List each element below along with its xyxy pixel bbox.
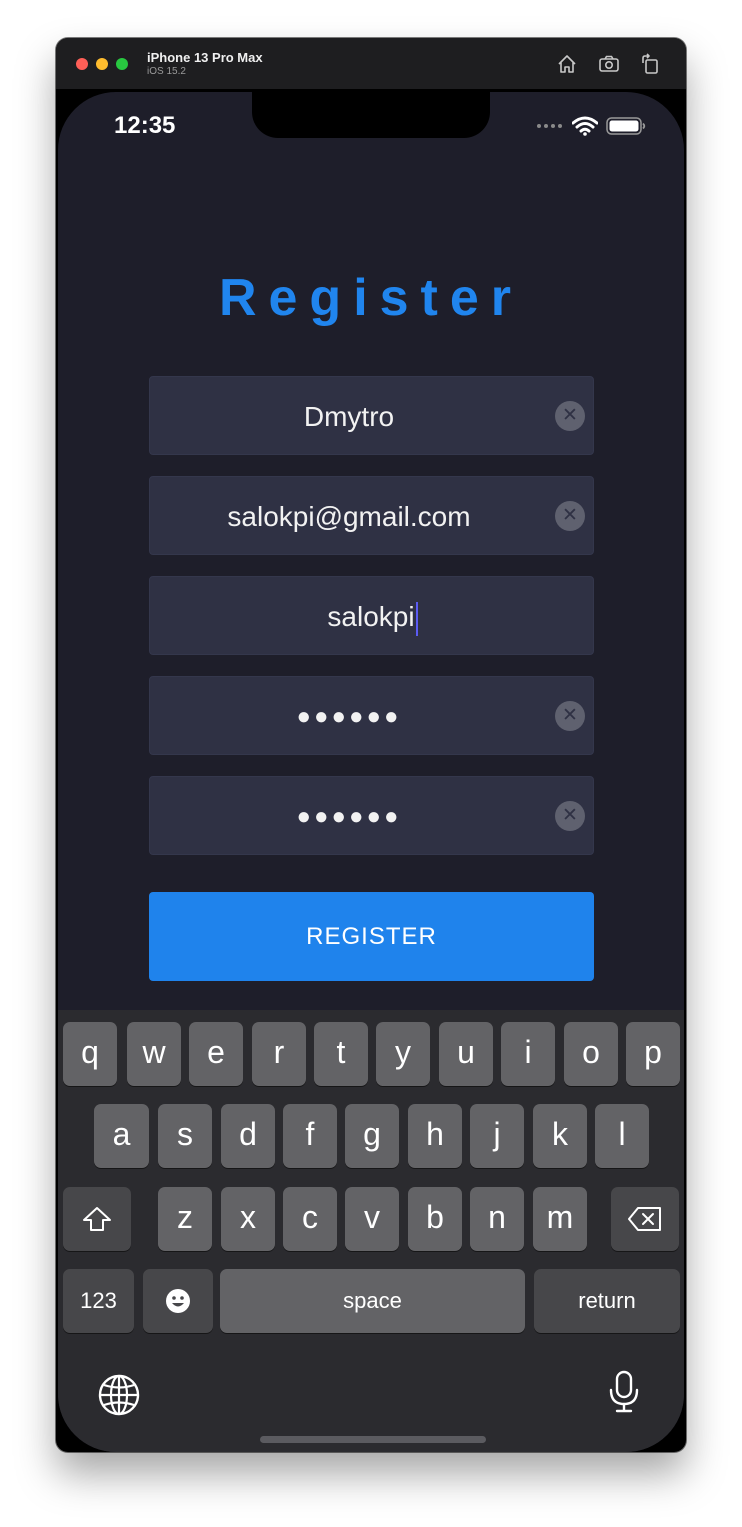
confirm-password-field[interactable]: ●●●●●● ✕: [149, 776, 594, 855]
username-field-content: salokpi: [150, 577, 595, 656]
key-s[interactable]: s: [158, 1104, 212, 1168]
simulator-window: iPhone 13 Pro Max iOS 15.2 12:35 Registe…: [56, 38, 686, 1452]
phone-screen: 12:35 Register Dmytro ✕ salokpi@gmail.co…: [58, 92, 684, 1452]
key-t[interactable]: t: [314, 1022, 368, 1086]
key-v[interactable]: v: [345, 1187, 399, 1251]
key-z[interactable]: z: [158, 1187, 212, 1251]
key-n[interactable]: n: [470, 1187, 524, 1251]
minimize-window-button[interactable]: [96, 58, 108, 70]
key-q[interactable]: q: [63, 1022, 117, 1086]
clear-password-button[interactable]: ✕: [555, 701, 585, 731]
close-window-button[interactable]: [76, 58, 88, 70]
zoom-window-button[interactable]: [116, 58, 128, 70]
cellular-signal-icon: [537, 124, 562, 128]
backspace-icon: [611, 1187, 679, 1231]
screenshot-icon[interactable]: [598, 53, 620, 75]
shift-key[interactable]: [63, 1187, 131, 1251]
key-f[interactable]: f: [283, 1104, 337, 1168]
space-key[interactable]: space: [220, 1269, 525, 1333]
username-field[interactable]: salokpi: [149, 576, 594, 655]
clear-email-button[interactable]: ✕: [555, 501, 585, 531]
shift-icon: [63, 1187, 131, 1231]
notch: [252, 92, 490, 138]
confirm-password-field-value: ●●●●●●: [296, 803, 402, 830]
text-cursor: [415, 601, 418, 636]
microphone-icon[interactable]: [608, 1370, 640, 1419]
key-w[interactable]: w: [127, 1022, 181, 1086]
key-a[interactable]: a: [94, 1104, 149, 1168]
key-m[interactable]: m: [533, 1187, 587, 1251]
key-u[interactable]: u: [439, 1022, 493, 1086]
clear-name-button[interactable]: ✕: [555, 401, 585, 431]
device-name: iPhone 13 Pro Max: [147, 50, 263, 65]
name-field[interactable]: Dmytro ✕: [149, 376, 594, 455]
name-field-value: Dmytro: [303, 401, 395, 432]
home-icon[interactable]: [556, 53, 578, 75]
status-icons: [537, 114, 646, 138]
globe-icon[interactable]: [98, 1374, 140, 1421]
simulator-titlebar: iPhone 13 Pro Max iOS 15.2: [56, 38, 686, 90]
os-version: iOS 15.2: [147, 66, 186, 77]
wifi-icon: [572, 116, 598, 136]
battery-icon: [606, 116, 646, 136]
key-k[interactable]: k: [533, 1104, 587, 1168]
key-h[interactable]: h: [408, 1104, 462, 1168]
return-key[interactable]: return: [534, 1269, 680, 1333]
key-e[interactable]: e: [189, 1022, 243, 1086]
emoji-icon: [143, 1269, 213, 1313]
rotate-icon[interactable]: [639, 53, 661, 75]
clear-confirm-password-button[interactable]: ✕: [555, 801, 585, 831]
key-r[interactable]: r: [252, 1022, 306, 1086]
register-button[interactable]: REGISTER: [149, 892, 594, 981]
email-field[interactable]: salokpi@gmail.com ✕: [149, 476, 594, 555]
key-c[interactable]: c: [283, 1187, 337, 1251]
key-x[interactable]: x: [221, 1187, 275, 1251]
key-d[interactable]: d: [221, 1104, 275, 1168]
home-indicator[interactable]: [260, 1436, 486, 1443]
numbers-key[interactable]: 123: [63, 1269, 134, 1333]
keyboard: q w e r t y u i o p a s d f g h j k l z: [58, 1010, 684, 1452]
key-g[interactable]: g: [345, 1104, 399, 1168]
key-l[interactable]: l: [595, 1104, 649, 1168]
emoji-key[interactable]: [143, 1269, 213, 1333]
email-field-value: salokpi@gmail.com: [227, 501, 471, 532]
key-b[interactable]: b: [408, 1187, 462, 1251]
page-title: Register: [218, 269, 524, 327]
key-j[interactable]: j: [470, 1104, 524, 1168]
key-y[interactable]: y: [376, 1022, 430, 1086]
delete-key[interactable]: [611, 1187, 679, 1251]
status-time: 12:35: [114, 112, 176, 139]
key-o[interactable]: o: [564, 1022, 618, 1086]
password-field[interactable]: ●●●●●● ✕: [149, 676, 594, 755]
password-field-value: ●●●●●●: [296, 703, 402, 730]
key-i[interactable]: i: [501, 1022, 555, 1086]
username-field-value: salokpi: [327, 601, 415, 632]
key-p[interactable]: p: [626, 1022, 680, 1086]
